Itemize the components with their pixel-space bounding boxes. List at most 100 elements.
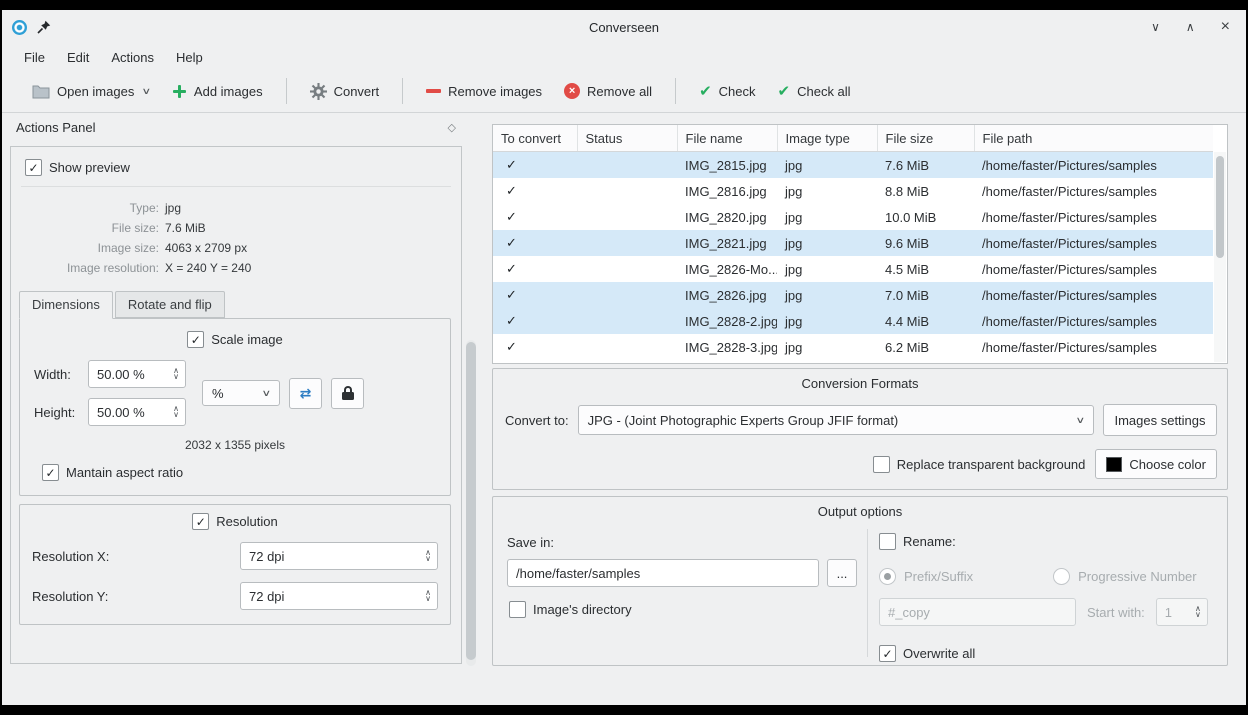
replace-background-checkbox[interactable]: Replace transparent background bbox=[873, 456, 1086, 473]
check-all-button[interactable]: ✔ Check all bbox=[770, 78, 859, 105]
image-type-cell[interactable]: jpg bbox=[777, 282, 877, 308]
to-convert-cell[interactable]: ✓ bbox=[493, 152, 577, 179]
spinner-arrows-icon[interactable]: ∧∨ bbox=[173, 406, 179, 418]
file-name-cell[interactable]: IMG_2826.jpg bbox=[677, 282, 777, 308]
file-name-cell[interactable]: IMG_2815.jpg bbox=[677, 152, 777, 179]
to-convert-cell[interactable]: ✓ bbox=[493, 204, 577, 230]
start-with-spinbox[interactable]: 1 ∧∨ bbox=[1156, 598, 1208, 626]
panel-float-button[interactable]: ◇ bbox=[448, 121, 456, 134]
status-cell[interactable] bbox=[577, 204, 677, 230]
add-images-button[interactable]: Add images bbox=[164, 78, 271, 105]
resolution-x-spinbox[interactable]: 72 dpi ∧∨ bbox=[240, 542, 438, 570]
file-path-cell[interactable]: /home/faster/Pictures/samples bbox=[974, 334, 1213, 360]
image-type-cell[interactable]: jpg bbox=[777, 308, 877, 334]
prefix-suffix-radio[interactable]: Prefix/Suffix bbox=[879, 568, 973, 585]
open-images-button[interactable]: Open images ∨ bbox=[24, 78, 158, 105]
status-cell[interactable] bbox=[577, 152, 677, 179]
check-button[interactable]: ✔ Check bbox=[691, 78, 763, 105]
file-path-cell[interactable]: /home/faster/Pictures/samples bbox=[974, 152, 1213, 179]
col-to-convert[interactable]: To convert bbox=[493, 125, 577, 152]
col-status[interactable]: Status bbox=[577, 125, 677, 152]
file-size-cell[interactable]: 7.6 MiB bbox=[877, 152, 974, 179]
file-path-cell[interactable]: /home/faster/Pictures/samples bbox=[974, 204, 1213, 230]
panel-scrollbar[interactable] bbox=[466, 340, 476, 666]
col-file-name[interactable]: File name bbox=[677, 125, 777, 152]
convert-button[interactable]: Convert bbox=[302, 77, 388, 106]
pin-icon[interactable] bbox=[37, 20, 51, 34]
images-directory-checkbox[interactable]: Image's directory bbox=[509, 601, 632, 618]
file-path-cell[interactable]: /home/faster/Pictures/samples bbox=[974, 178, 1213, 204]
close-button[interactable]: × bbox=[1221, 19, 1230, 35]
images-settings-button[interactable]: Images settings bbox=[1103, 404, 1217, 436]
image-type-cell[interactable]: jpg bbox=[777, 334, 877, 360]
maximize-button[interactable]: ∧ bbox=[1186, 21, 1195, 33]
spinner-arrows-icon[interactable]: ∧∨ bbox=[1195, 606, 1201, 618]
to-convert-cell[interactable]: ✓ bbox=[493, 256, 577, 282]
show-preview-checkbox[interactable]: ✓ Show preview bbox=[25, 159, 130, 176]
table-row[interactable]: ✓ IMG_2828-2.jpg jpg 4.4 MiB /home/faste… bbox=[493, 308, 1213, 334]
file-size-cell[interactable]: 4.5 MiB bbox=[877, 256, 974, 282]
file-size-cell[interactable]: 8.8 MiB bbox=[877, 178, 974, 204]
table-row[interactable]: ✓ IMG_2826.jpg jpg 7.0 MiB /home/faster/… bbox=[493, 282, 1213, 308]
file-size-cell[interactable]: 6.2 MiB bbox=[877, 334, 974, 360]
status-cell[interactable] bbox=[577, 256, 677, 282]
lock-aspect-button[interactable] bbox=[331, 378, 364, 409]
overwrite-all-checkbox[interactable]: ✓ Overwrite all bbox=[879, 645, 975, 662]
remove-images-button[interactable]: Remove images bbox=[418, 78, 550, 105]
image-type-cell[interactable]: jpg bbox=[777, 204, 877, 230]
unit-select[interactable]: % ∨ bbox=[202, 380, 280, 406]
table-row[interactable]: ✓ IMG_2816.jpg jpg 8.8 MiB /home/faster/… bbox=[493, 178, 1213, 204]
status-cell[interactable] bbox=[577, 334, 677, 360]
to-convert-cell[interactable]: ✓ bbox=[493, 178, 577, 204]
height-spinbox[interactable]: 50.00 % ∧∨ bbox=[88, 398, 186, 426]
maintain-aspect-checkbox[interactable]: ✓ Mantain aspect ratio bbox=[42, 464, 183, 481]
file-size-cell[interactable]: 7.0 MiB bbox=[877, 282, 974, 308]
status-cell[interactable] bbox=[577, 178, 677, 204]
file-path-cell[interactable]: /home/faster/Pictures/samples bbox=[974, 308, 1213, 334]
image-type-cell[interactable]: jpg bbox=[777, 178, 877, 204]
table-row[interactable]: ✓ IMG_2815.jpg jpg 7.6 MiB /home/faster/… bbox=[493, 152, 1213, 179]
progressive-number-radio[interactable]: Progressive Number bbox=[1053, 568, 1197, 585]
file-name-cell[interactable]: IMG_2821.jpg bbox=[677, 230, 777, 256]
scrollbar-handle[interactable] bbox=[466, 342, 476, 660]
width-spinbox[interactable]: 50.00 % ∧∨ bbox=[88, 360, 186, 388]
scrollbar-handle[interactable] bbox=[1216, 156, 1224, 258]
table-row[interactable]: ✓ IMG_2821.jpg jpg 9.6 MiB /home/faster/… bbox=[493, 230, 1213, 256]
menu-help[interactable]: Help bbox=[166, 47, 213, 68]
menu-edit[interactable]: Edit bbox=[57, 47, 99, 68]
choose-color-button[interactable]: Choose color bbox=[1095, 449, 1217, 479]
file-name-cell[interactable]: IMG_2828-2.jpg bbox=[677, 308, 777, 334]
file-size-cell[interactable]: 4.4 MiB bbox=[877, 308, 974, 334]
file-name-cell[interactable]: IMG_2826-Mo... bbox=[677, 256, 777, 282]
to-convert-cell[interactable]: ✓ bbox=[493, 334, 577, 360]
spinner-arrows-icon[interactable]: ∧∨ bbox=[425, 550, 431, 562]
image-type-cell[interactable]: jpg bbox=[777, 256, 877, 282]
to-convert-cell[interactable]: ✓ bbox=[493, 282, 577, 308]
table-row[interactable]: ✓ IMG_2820.jpg jpg 10.0 MiB /home/faster… bbox=[493, 204, 1213, 230]
col-file-size[interactable]: File size bbox=[877, 125, 974, 152]
to-convert-cell[interactable]: ✓ bbox=[493, 308, 577, 334]
table-row[interactable]: ✓ IMG_2826-Mo... jpg 4.5 MiB /home/faste… bbox=[493, 256, 1213, 282]
image-type-cell[interactable]: jpg bbox=[777, 152, 877, 179]
status-cell[interactable] bbox=[577, 282, 677, 308]
col-image-type[interactable]: Image type bbox=[777, 125, 877, 152]
file-name-cell[interactable]: IMG_2816.jpg bbox=[677, 178, 777, 204]
remove-all-button[interactable]: × Remove all bbox=[556, 77, 660, 105]
status-cell[interactable] bbox=[577, 308, 677, 334]
status-cell[interactable] bbox=[577, 230, 677, 256]
table-row[interactable]: ✓ IMG_2828-3.jpg jpg 6.2 MiB /home/faste… bbox=[493, 334, 1213, 360]
format-select[interactable]: JPG - (Joint Photographic Experts Group … bbox=[578, 405, 1094, 435]
minimize-button[interactable]: ∨ bbox=[1151, 21, 1160, 33]
open-images-dropdown-icon[interactable]: ∨ bbox=[142, 86, 152, 97]
browse-button[interactable]: ... bbox=[827, 559, 857, 587]
resolution-checkbox[interactable]: ✓ Resolution bbox=[192, 513, 277, 530]
file-name-cell[interactable]: IMG_2820.jpg bbox=[677, 204, 777, 230]
spinner-arrows-icon[interactable]: ∧∨ bbox=[173, 368, 179, 380]
menu-file[interactable]: File bbox=[14, 47, 55, 68]
save-path-input[interactable] bbox=[507, 559, 819, 587]
file-path-cell[interactable]: /home/faster/Pictures/samples bbox=[974, 230, 1213, 256]
menu-actions[interactable]: Actions bbox=[101, 47, 164, 68]
to-convert-cell[interactable]: ✓ bbox=[493, 230, 577, 256]
table-scrollbar[interactable] bbox=[1214, 152, 1226, 362]
file-size-cell[interactable]: 9.6 MiB bbox=[877, 230, 974, 256]
